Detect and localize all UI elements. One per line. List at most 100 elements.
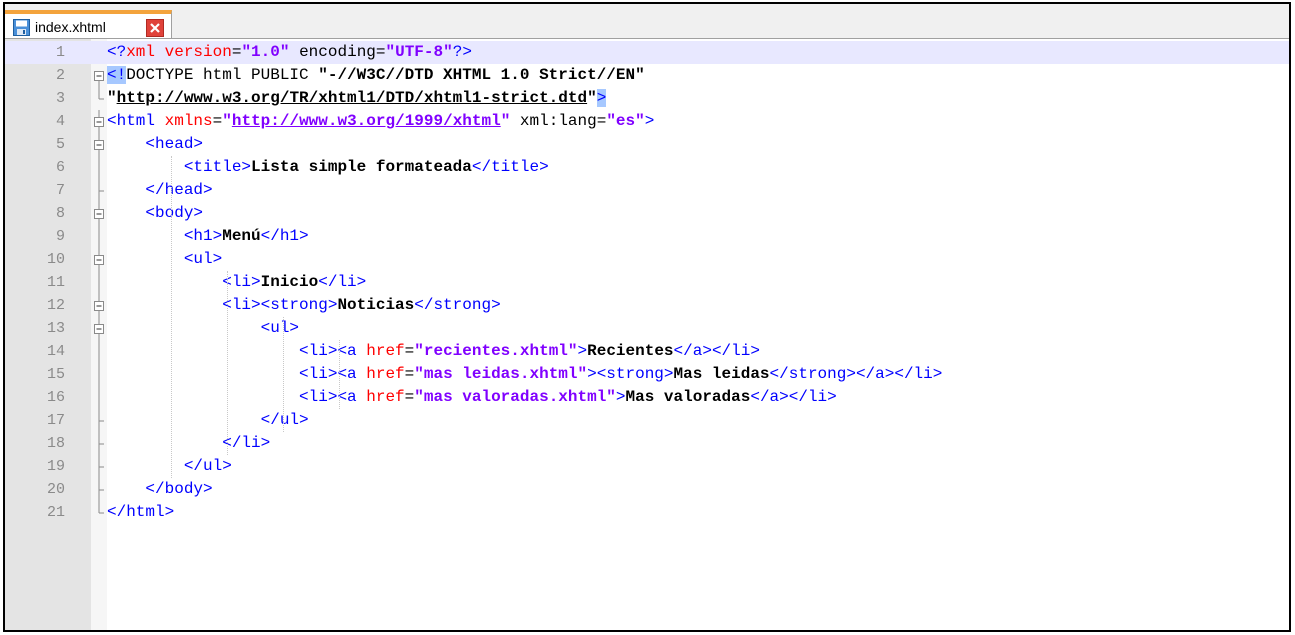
- tab-index-xhtml[interactable]: index.xhtml: [5, 10, 172, 38]
- code-line[interactable]: 3 "http://www.w3.org/TR/xhtml1/DTD/xhtml1…: [5, 87, 1289, 110]
- fold-minus-icon[interactable]: [91, 248, 107, 271]
- code-text[interactable]: <h1>Menú</h1>: [107, 225, 309, 248]
- code-line[interactable]: 14 <li><a href="recientes.xhtml">Recient…: [5, 340, 1289, 363]
- code-token: =: [212, 112, 223, 130]
- fold-minus-icon[interactable]: [91, 133, 107, 156]
- code-token: href: [366, 388, 405, 406]
- code-line[interactable]: 16 <li><a href="mas valoradas.xhtml">Mas…: [5, 386, 1289, 409]
- code-text[interactable]: </body>: [107, 478, 213, 501]
- code-text[interactable]: <ul>: [107, 248, 222, 271]
- code-text[interactable]: </ul>: [107, 409, 309, 432]
- close-tab-icon[interactable]: [146, 19, 164, 37]
- line-number: 4: [55, 113, 65, 130]
- code-line[interactable]: 6 <title>Lista simple formateada</title>: [5, 156, 1289, 179]
- code-token: <li><a: [299, 342, 357, 360]
- code-token: Recientes: [587, 342, 674, 360]
- code-line[interactable]: 4 <html xmlns="http://www.w3.org/1999/xht…: [5, 110, 1289, 133]
- code-text[interactable]: <head>: [107, 133, 203, 156]
- fold-minus-icon[interactable]: [91, 110, 107, 133]
- code-token: <head>: [145, 135, 204, 153]
- code-line[interactable]: 10 <ul>: [5, 248, 1289, 271]
- code-editor[interactable]: 1 <?xml version="1.0" encoding="UTF-8"?> 2…: [5, 39, 1289, 630]
- code-line[interactable]: 19 </ul>: [5, 455, 1289, 478]
- code-line[interactable]: 21 </html>: [5, 501, 1289, 524]
- line-number: 12: [46, 297, 65, 314]
- fold-minus-icon[interactable]: [91, 64, 107, 87]
- code-token: version: [164, 43, 232, 61]
- line-number: 7: [55, 182, 65, 199]
- code-token: <ul>: [260, 319, 300, 337]
- line-number: 2: [55, 67, 65, 84]
- code-text[interactable]: <title>Lista simple formateada</title>: [107, 156, 549, 179]
- code-line[interactable]: 2 <!DOCTYPE html PUBLIC "-//W3C//DTD XHTM…: [5, 64, 1289, 87]
- code-token: "mas valoradas.xhtml": [414, 388, 616, 406]
- code-text[interactable]: <ul>: [107, 317, 299, 340]
- code-line[interactable]: 11 <li>Inicio</li>: [5, 271, 1289, 294]
- code-text[interactable]: "http://www.w3.org/TR/xhtml1/DTD/xhtml1-…: [107, 87, 607, 110]
- code-token: </li>: [318, 273, 367, 291]
- code-line[interactable]: 9 <h1>Menú</h1>: [5, 225, 1289, 248]
- code-token: "mas leidas.xhtml": [414, 365, 588, 383]
- code-text[interactable]: <li><a href="mas valoradas.xhtml">Mas va…: [107, 386, 837, 409]
- code-text[interactable]: </head>: [107, 179, 212, 202]
- line-number: 10: [46, 251, 65, 268]
- code-token: <?: [107, 43, 127, 61]
- code-line[interactable]: 20 </body>: [5, 478, 1289, 501]
- fold-line-icon: [98, 340, 100, 363]
- code-token: <h1>: [183, 227, 223, 245]
- code-line[interactable]: 13 <ul>: [5, 317, 1289, 340]
- code-token: >: [577, 342, 588, 360]
- code-line[interactable]: 15 <li><a href="mas leidas.xhtml"><stron…: [5, 363, 1289, 386]
- fold-minus-icon[interactable]: [91, 294, 107, 317]
- tab-bar: index.xhtml: [5, 4, 1289, 39]
- code-token: </li>: [222, 434, 271, 452]
- code-line[interactable]: 5 <head>: [5, 133, 1289, 156]
- code-text[interactable]: </li>: [107, 432, 270, 455]
- code-token: href: [366, 365, 405, 383]
- code-text[interactable]: <li><a href="mas leidas.xhtml"><strong>M…: [107, 363, 942, 386]
- code-token: ><strong>: [587, 365, 674, 383]
- fold-line-icon: [98, 386, 100, 409]
- code-token: xmlns: [164, 112, 213, 130]
- code-token: </body>: [145, 480, 213, 498]
- code-text[interactable]: <li>Inicio</li>: [107, 271, 366, 294]
- line-number: 1: [55, 44, 65, 61]
- code-text[interactable]: </ul>: [107, 455, 232, 478]
- line-number: 5: [55, 136, 65, 153]
- code-text[interactable]: <html xmlns="http://www.w3.org/1999/xhtm…: [107, 110, 654, 133]
- code-line[interactable]: 17 </ul>: [5, 409, 1289, 432]
- code-text[interactable]: </html>: [107, 501, 174, 524]
- code-token: >: [596, 89, 607, 107]
- code-line[interactable]: 1 <?xml version="1.0" encoding="UTF-8"?>: [5, 41, 1289, 64]
- code-token: </a></li>: [750, 388, 837, 406]
- line-number: 3: [55, 90, 65, 107]
- fold-end-icon: [98, 87, 104, 100]
- indent-guide: [283, 317, 284, 432]
- fold-minus-icon[interactable]: [91, 317, 107, 340]
- save-file-icon: [13, 19, 30, 36]
- fold-minus-icon[interactable]: [91, 202, 107, 225]
- code-text[interactable]: <!DOCTYPE html PUBLIC "-//W3C//DTD XHTML…: [107, 64, 645, 87]
- code-text[interactable]: <?xml version="1.0" encoding="UTF-8"?>: [107, 41, 472, 64]
- fold-branch-end-icon: [98, 409, 104, 432]
- line-number: 19: [46, 458, 65, 475]
- code-line[interactable]: 18 </li>: [5, 432, 1289, 455]
- code-text[interactable]: <body>: [107, 202, 203, 225]
- code-line[interactable]: 12 <li><strong>Noticias</strong>: [5, 294, 1289, 317]
- code-line[interactable]: 8 <body>: [5, 202, 1289, 225]
- indent-guide: [339, 340, 340, 409]
- code-text[interactable]: <li><strong>Noticias</strong>: [107, 294, 500, 317]
- code-text[interactable]: <li><a href="recientes.xhtml">Recientes<…: [107, 340, 760, 363]
- code-token: Noticias: [337, 296, 415, 314]
- code-token: =: [231, 43, 242, 61]
- code-line[interactable]: 7 </head>: [5, 179, 1289, 202]
- code-token: >: [615, 388, 626, 406]
- code-token: DOCTYPE html PUBLIC: [126, 66, 319, 84]
- code-token: ": [222, 112, 232, 130]
